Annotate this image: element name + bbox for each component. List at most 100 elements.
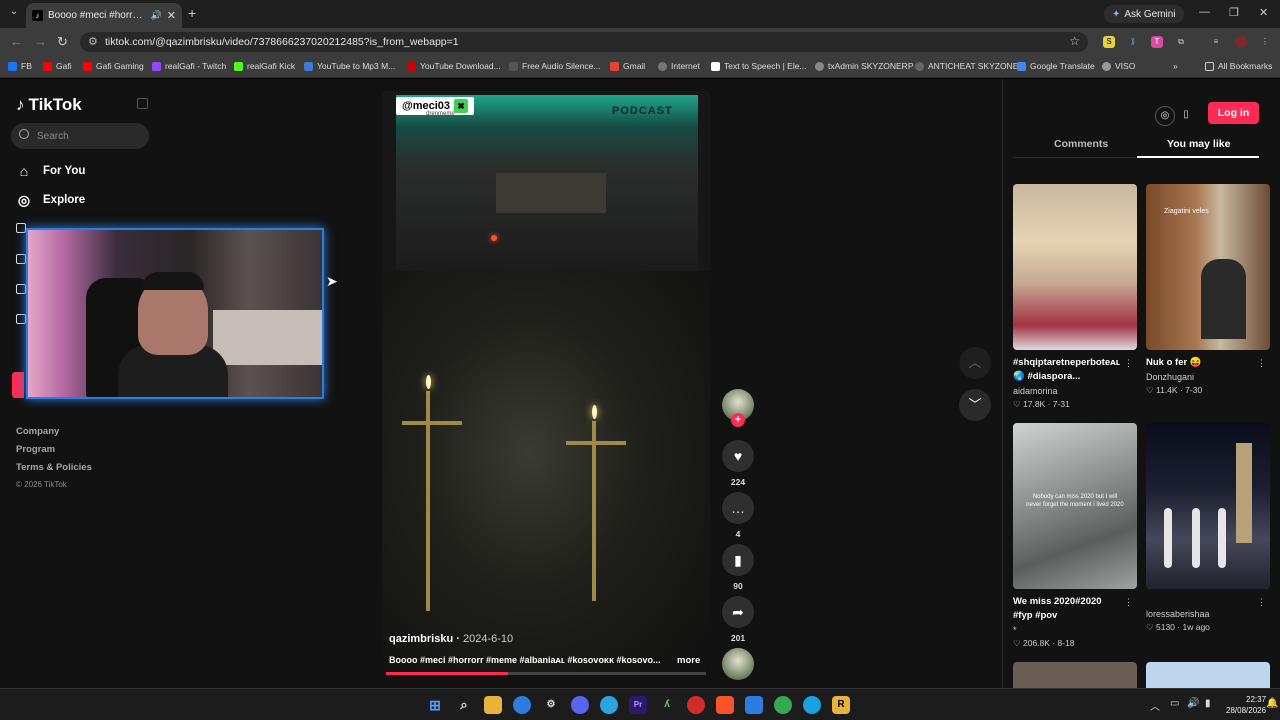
card-menu-icon[interactable]: ⋮	[1124, 358, 1133, 369]
extension-icon[interactable]: S	[1103, 36, 1115, 48]
close-tab-icon[interactable]: ✕	[167, 9, 176, 22]
bookmark-item[interactable]: realGafi - Twitch	[152, 61, 226, 71]
card-menu-icon[interactable]: ⋮	[1124, 597, 1133, 608]
notification-bell-icon[interactable]: 🔔	[1266, 698, 1278, 709]
profile-avatar[interactable]	[1235, 36, 1247, 48]
explore-compass-icon[interactable]: ◎	[1155, 106, 1175, 126]
media-control-icon[interactable]: ≡	[1210, 36, 1222, 48]
extension-icon[interactable]: T	[1151, 36, 1163, 48]
music-disc-avatar[interactable]	[722, 648, 754, 680]
new-tab-button[interactable]: +	[188, 5, 196, 21]
bookmark-item[interactable]: Text to Speech | Ele...	[711, 61, 807, 71]
previous-video-chevron-up-icon[interactable]: ︿	[959, 347, 991, 379]
maximize-icon[interactable]: ❐	[1229, 6, 1239, 19]
video-progress-bar[interactable]	[386, 672, 706, 675]
extension-icon[interactable]: ⟫	[1127, 36, 1139, 48]
tab-you-may-like[interactable]: You may like	[1167, 138, 1230, 150]
edge-icon[interactable]	[803, 696, 821, 714]
bookmark-item[interactable]: realGafi Kick	[234, 61, 295, 71]
suggested-video-thumbnail-partial[interactable]	[1146, 662, 1270, 688]
volume-icon[interactable]: 🔊	[1187, 698, 1199, 709]
login-button[interactable]: Log in	[1208, 102, 1259, 124]
bookmark-item[interactable]: txAdmin SKYZONERP	[815, 61, 914, 71]
suggested-video-card[interactable]: Ziagatini veles Nuk o fer 😝 Donzhugani ♡…	[1146, 184, 1270, 396]
share-arrow-icon[interactable]: ➦	[722, 596, 754, 628]
bookmark-item[interactable]: Gmail	[610, 61, 645, 71]
follow-plus-icon[interactable]: +	[731, 413, 745, 427]
speaker-icon[interactable]: 🔊	[151, 10, 162, 21]
card-menu-icon[interactable]: ⋮	[1257, 597, 1266, 608]
bookmark-item[interactable]: Gafi Gaming	[83, 61, 144, 71]
next-video-chevron-down-icon[interactable]: ﹀	[959, 389, 991, 421]
tab-search-icon[interactable]: ⌄	[6, 6, 22, 22]
brave-icon[interactable]	[716, 696, 734, 714]
bookmark-item[interactable]: Gafi	[43, 61, 72, 71]
suggested-video-card[interactable]: #shqiptaretneperboteᴀʟ 🌏 #diaspora... ai…	[1013, 184, 1137, 410]
get-app-phone-icon[interactable]: ▯	[1176, 106, 1196, 126]
site-info-icon[interactable]: ⚙	[88, 35, 98, 48]
video-author[interactable]: qazimbrisku · 2024-6-10	[389, 633, 513, 645]
bookmark-icon[interactable]: ▮	[722, 544, 754, 576]
system-clock[interactable]: 22:37 28/08/2026	[1226, 694, 1266, 716]
bookmark-item[interactable]: ANTICHEAT SKYZONE	[915, 61, 1018, 71]
extensions-puzzle-icon[interactable]: ⧉	[1175, 36, 1187, 48]
video-player[interactable]: PODCAST @meci03 drenmeme ✖	[382, 91, 710, 675]
bookmark-star-icon[interactable]: ☆	[1069, 34, 1080, 48]
footer-program[interactable]: Program	[16, 444, 55, 455]
search-icon[interactable]: ⌕	[455, 696, 473, 714]
ask-gemini-button[interactable]: ✦ Ask Gemini	[1104, 5, 1184, 23]
telegram-icon[interactable]	[600, 696, 618, 714]
nav-following-icon[interactable]	[16, 223, 26, 233]
search-input[interactable]: Search	[11, 123, 149, 149]
all-bookmarks[interactable]: All Bookmarks	[1205, 61, 1272, 71]
app-icon[interactable]	[745, 696, 763, 714]
footer-company[interactable]: Company	[16, 426, 59, 437]
nav-friends-icon[interactable]	[16, 254, 26, 264]
bookmark-item[interactable]: Free Audio Silence...	[509, 61, 600, 71]
file-explorer-icon[interactable]	[484, 696, 502, 714]
like-heart-icon[interactable]: ♥	[722, 440, 754, 472]
network-icon[interactable]: ▭	[1170, 698, 1179, 709]
tab-comments[interactable]: Comments	[1054, 138, 1108, 150]
app-icon[interactable]: ʎ	[658, 696, 676, 714]
card-menu-icon[interactable]: ⋮	[1257, 358, 1266, 369]
steam-icon[interactable]: ⚙	[542, 696, 560, 714]
bookmark-item[interactable]: Internet	[658, 61, 700, 71]
browser-menu-icon[interactable]: ⋮	[1259, 36, 1271, 48]
bookmark-item[interactable]: Google Translate	[1017, 61, 1095, 71]
forward-icon[interactable]: →	[34, 34, 47, 49]
close-window-icon[interactable]: ✕	[1259, 6, 1268, 19]
nav-live-icon[interactable]	[16, 284, 26, 294]
opera-icon[interactable]	[687, 696, 705, 714]
nav-for-you[interactable]: ⌂ For You	[16, 163, 86, 179]
address-bar[interactable]: ⚙ tiktok.com/@qazimbrisku/video/73786662…	[80, 32, 1088, 52]
suggested-video-thumbnail-partial[interactable]	[1013, 662, 1137, 688]
footer-terms[interactable]: Terms & Policies	[16, 462, 92, 473]
login-button-sidebar[interactable]	[12, 372, 24, 398]
nav-profile-icon[interactable]	[16, 314, 26, 324]
suggested-video-card[interactable]: Nobody can miss 2020 but I will never fo…	[1013, 423, 1137, 649]
battery-icon[interactable]: ▮	[1205, 698, 1211, 709]
tiktok-logo[interactable]: ♪ TikTok	[16, 95, 82, 115]
chrome-icon[interactable]	[774, 696, 792, 714]
premiere-pro-icon[interactable]: Pr	[629, 696, 647, 714]
bookmark-item[interactable]: FB	[8, 61, 32, 71]
bookmarks-overflow-icon[interactable]: »	[1173, 61, 1178, 71]
bookmark-item[interactable]: VISO	[1102, 61, 1135, 71]
suggested-video-card[interactable]: loressaberishaa ♡ 5130 · 1w ago ⋮	[1146, 423, 1270, 633]
reload-icon[interactable]: ↻	[57, 34, 68, 50]
comment-icon[interactable]: …	[722, 492, 754, 524]
browser-tab[interactable]: ♪ Boooo #meci #horrorr #meme #albania #k…	[26, 3, 182, 28]
discord-icon[interactable]	[571, 696, 589, 714]
bookmark-item[interactable]: YouTube to Mp3 M...	[304, 61, 395, 71]
more-link[interactable]: more	[677, 655, 700, 666]
chrome-icon[interactable]	[513, 696, 531, 714]
nav-explore[interactable]: ◎ Explore	[16, 192, 85, 208]
tray-chevron-icon[interactable]: ︿	[1150, 698, 1160, 713]
back-icon[interactable]: ←	[10, 34, 23, 49]
bookmark-item[interactable]: YouTube Download...	[407, 61, 501, 71]
minimize-icon[interactable]: —	[1199, 6, 1210, 18]
collapse-sidebar-icon[interactable]	[137, 98, 148, 109]
windows-start-icon[interactable]: ⊞	[426, 696, 444, 714]
app-icon[interactable]: R	[832, 696, 850, 714]
